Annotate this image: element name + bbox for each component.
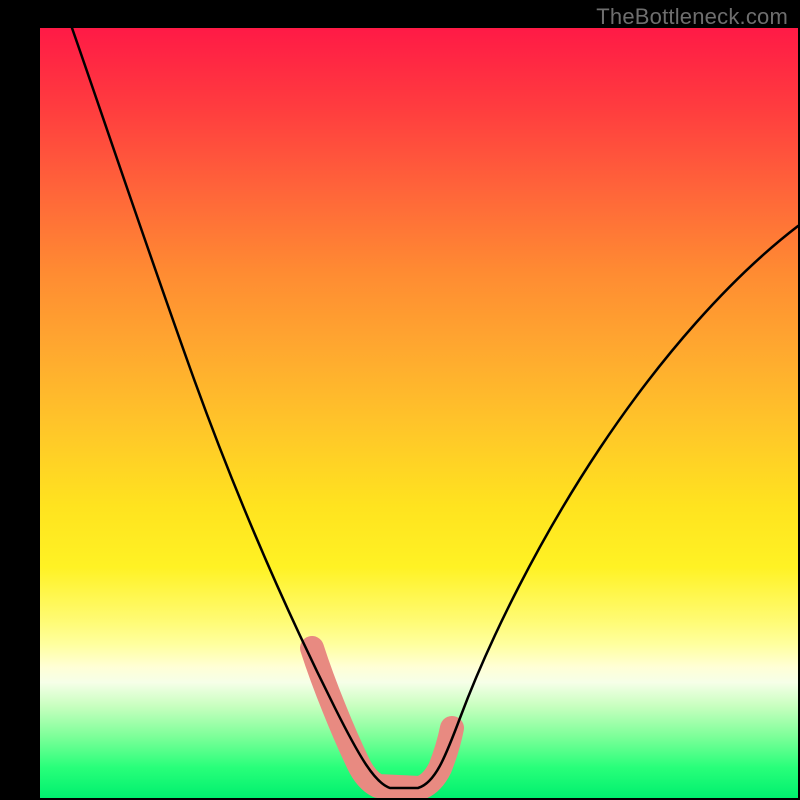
valley-highlight [312, 648, 452, 788]
bottleneck-curve [72, 28, 798, 788]
plot-area [40, 28, 798, 798]
curve-svg [40, 28, 798, 798]
chart-container: TheBottleneck.com [0, 0, 800, 800]
watermark-text: TheBottleneck.com [596, 4, 788, 30]
